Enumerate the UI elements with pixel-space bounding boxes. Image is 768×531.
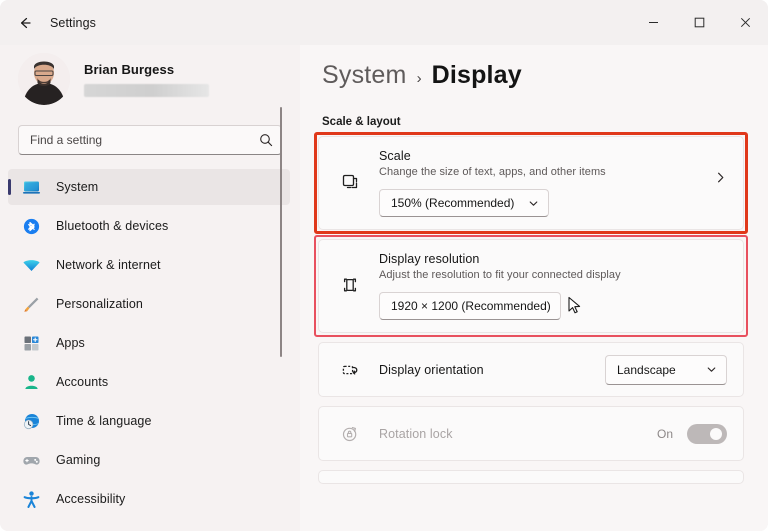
main-scrollbar[interactable] <box>759 165 762 531</box>
resolution-card-wrap: Display resolution Adjust the resolution… <box>314 235 748 337</box>
apps-icon <box>20 332 42 354</box>
scale-card-wrap: Scale Change the size of text, apps, and… <box>314 132 748 234</box>
sidebar-item-label: Network & internet <box>56 258 161 272</box>
sidebar-item-label: Bluetooth & devices <box>56 219 169 233</box>
sidebar-item-time-language[interactable]: Time & language <box>8 403 290 439</box>
rotation-lock-body: Rotation lock <box>379 427 657 441</box>
rotation-lock-title: Rotation lock <box>379 426 453 441</box>
back-button[interactable] <box>8 7 42 39</box>
scale-title: Scale <box>379 149 411 163</box>
resolution-combo-wrap: 1920 × 1200 (Recommended) <box>379 292 727 320</box>
orientation-card[interactable]: Display orientation Landscape <box>318 342 744 397</box>
sidebar-item-network-internet[interactable]: Network & internet <box>8 247 290 283</box>
sidebar-item-gaming[interactable]: Gaming <box>8 442 290 478</box>
title-bar: Settings <box>0 0 768 45</box>
main-content: System › Display Scale & layout Scale Ch… <box>300 45 768 531</box>
orientation-icon <box>335 359 365 381</box>
scale-combo-wrap: 150% (Recommended) <box>379 189 704 217</box>
sidebar-item-label: Personalization <box>56 297 143 311</box>
sidebar-item-label: Accounts <box>56 375 109 389</box>
window-body: Brian Burgess Find a setting System Blue… <box>0 45 768 531</box>
resolution-icon <box>335 274 365 296</box>
scale-dropdown-value: 150% (Recommended) <box>391 196 515 210</box>
scale-dropdown[interactable]: 150% (Recommended) <box>379 189 550 217</box>
sidebar: Brian Burgess Find a setting System Blue… <box>0 45 300 531</box>
rotation-lock-trailing: On <box>656 423 727 444</box>
search-wrap <box>0 119 300 155</box>
breadcrumb: System › Display <box>318 61 744 90</box>
breadcrumb-parent[interactable]: System <box>322 61 407 90</box>
account-name: Brian Burgess <box>84 61 175 77</box>
rotation-lock-state-label: On <box>656 426 673 441</box>
sidebar-item-personalization[interactable]: Personalization <box>8 286 290 322</box>
wifi-icon <box>20 254 42 276</box>
sidebar-item-system[interactable]: System <box>8 169 290 205</box>
search-box[interactable] <box>18 125 282 155</box>
sidebar-item-label: System <box>56 180 99 194</box>
scale-icon <box>335 171 365 193</box>
sidebar-item-label: Gaming <box>56 453 101 467</box>
gamepad-icon <box>20 449 42 471</box>
resolution-row: Display resolution Adjust the resolution… <box>319 250 743 320</box>
sidebar-item-apps[interactable]: Apps <box>8 325 290 361</box>
orientation-dropdown-value: Landscape <box>617 362 676 377</box>
sidebar-scrollbar[interactable] <box>280 107 282 357</box>
chevron-down-icon <box>706 364 717 375</box>
sidebar-item-accessibility[interactable]: Accessibility <box>8 481 290 517</box>
window-title: Settings <box>50 15 96 30</box>
scale-body: Scale Change the size of text, apps, and… <box>379 149 704 217</box>
account-text: Brian Burgess <box>84 62 209 97</box>
orientation-body: Display orientation <box>379 363 605 377</box>
account-email-redacted <box>84 83 209 97</box>
rotation-lock-toggle[interactable] <box>687 423 727 444</box>
toggle-knob <box>710 427 722 440</box>
resolution-card[interactable]: Display resolution Adjust the resolution… <box>318 239 744 333</box>
bluetooth-icon <box>20 215 42 237</box>
sidebar-item-bluetooth-devices[interactable]: Bluetooth & devices <box>8 208 290 244</box>
scale-row: Scale Change the size of text, apps, and… <box>319 147 743 217</box>
resolution-dropdown[interactable]: 1920 × 1200 (Recommended) <box>379 292 561 320</box>
accessibility-icon <box>20 488 42 510</box>
sidebar-item-label: Apps <box>56 336 85 350</box>
chevron-right-icon: › <box>416 70 422 87</box>
scale-subtitle: Change the size of text, apps, and other… <box>379 166 606 178</box>
mouse-cursor-icon <box>567 296 583 321</box>
maximize-button[interactable] <box>676 0 722 45</box>
scale-card[interactable]: Scale Change the size of text, apps, and… <box>318 136 744 230</box>
account-header[interactable]: Brian Burgess <box>0 45 300 119</box>
search-input[interactable] <box>30 133 259 147</box>
clock-globe-icon <box>20 410 42 432</box>
person-icon <box>20 371 42 393</box>
orientation-row: Display orientation Landscape <box>319 343 743 396</box>
search-icon <box>259 133 273 147</box>
avatar <box>18 53 70 105</box>
close-button[interactable] <box>722 0 768 45</box>
resolution-dropdown-value: 1920 × 1200 (Recommended) <box>391 299 551 313</box>
rotation-lock-card: Rotation lock On <box>318 406 744 461</box>
sidebar-item-label: Time & language <box>56 414 152 428</box>
rotation-lock-row: Rotation lock On <box>319 407 743 460</box>
sidebar-item-accounts[interactable]: Accounts <box>8 364 290 400</box>
sidebar-item-label: Accessibility <box>56 492 126 506</box>
rotation-lock-icon <box>335 423 365 445</box>
resolution-subtitle: Adjust the resolution to fit your connec… <box>379 269 621 281</box>
next-card-partial[interactable] <box>318 470 744 484</box>
minimize-button[interactable] <box>630 0 676 45</box>
sidebar-nav: System Bluetooth & devices Network & int… <box>0 169 300 517</box>
page-title: Display <box>431 61 522 89</box>
window-controls <box>630 0 768 45</box>
paintbrush-icon <box>20 293 42 315</box>
section-label-scale-layout: Scale & layout <box>322 116 401 128</box>
settings-window: Settings Brian Burgess Find a setting Sy… <box>0 0 768 531</box>
scale-expand-chevron[interactable] <box>704 171 727 184</box>
orientation-dropdown[interactable]: Landscape <box>605 354 727 385</box>
resolution-body: Display resolution Adjust the resolution… <box>379 252 727 320</box>
chevron-down-icon <box>528 198 539 209</box>
orientation-title: Display orientation <box>379 362 484 377</box>
monitor-icon <box>20 176 42 198</box>
resolution-title: Display resolution <box>379 252 480 266</box>
